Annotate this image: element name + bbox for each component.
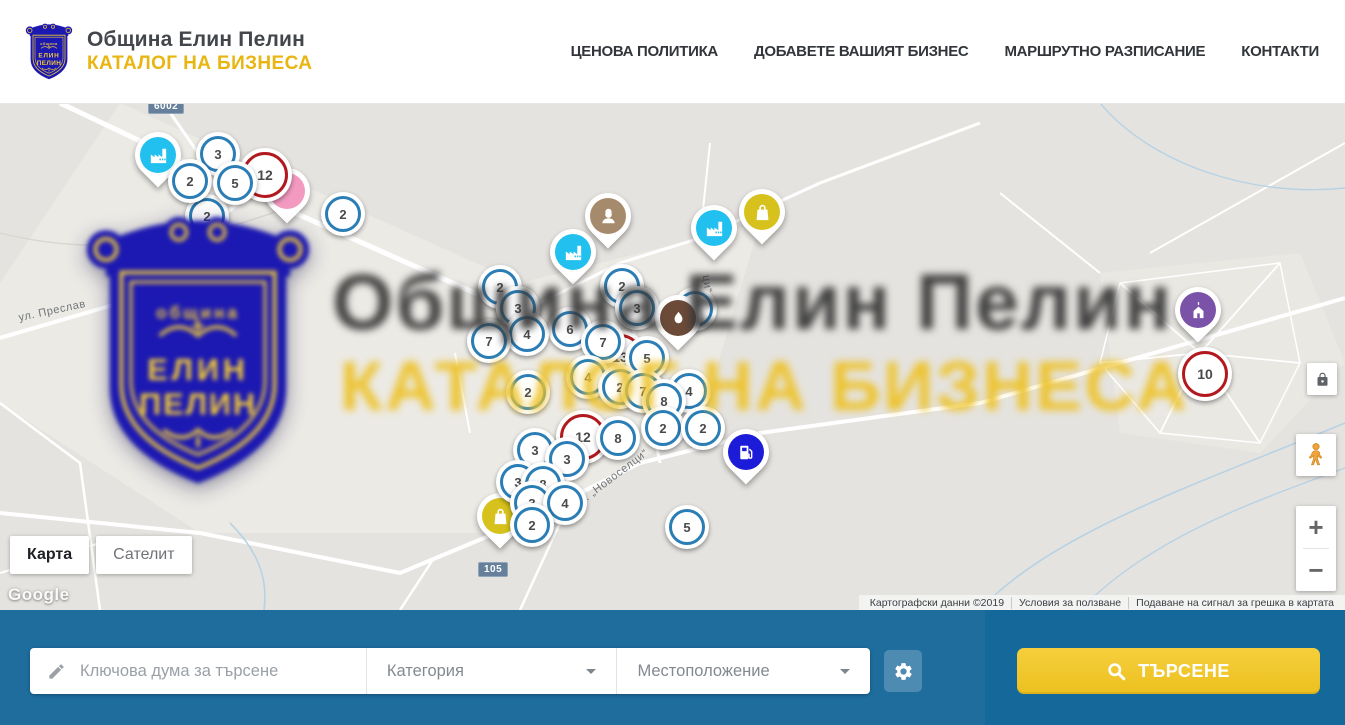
search-fields-group: Категория Местоположение — [30, 648, 870, 694]
nav-item-add-business[interactable]: ДОБАВЕТЕ ВАШИЯТ БИЗНЕС — [754, 43, 968, 60]
map-type-satellite-button[interactable]: Сателит — [96, 536, 191, 574]
attribution-map-data: Картографски данни ©2019 — [863, 597, 1011, 609]
zoom-control: + − — [1296, 506, 1336, 591]
cluster-marker[interactable]: 2 — [506, 370, 550, 414]
main-nav: ЦЕНОВА ПОЛИТИКА ДОБАВЕТЕ ВАШИЯТ БИЗНЕС МАР… — [571, 43, 1319, 60]
attribution-terms[interactable]: Условия за ползване — [1011, 597, 1128, 609]
cluster-count: 2 — [685, 410, 721, 446]
cluster-marker[interactable]: 3 — [615, 286, 659, 330]
flame-icon — [660, 300, 696, 336]
lock-icon — [1315, 372, 1330, 387]
cluster-count: 3 — [619, 290, 655, 326]
svg-text:ЕЛИН: ЕЛИН — [38, 52, 59, 59]
nav-item-contacts[interactable]: КОНТАКТИ — [1241, 43, 1319, 60]
cluster-count: 2 — [325, 196, 361, 232]
chevron-down-icon — [840, 669, 850, 679]
cluster-marker[interactable]: 2 — [321, 192, 365, 236]
cluster-count: 4 — [509, 316, 545, 352]
site-subtitle: КАТАЛОГ НА БИЗНЕСА — [87, 53, 312, 75]
cluster-marker[interactable]: 10 — [1178, 347, 1232, 401]
zoom-in-button[interactable]: + — [1296, 506, 1336, 548]
cluster-count: 2 — [510, 374, 546, 410]
factory-pin-marker[interactable] — [681, 195, 746, 260]
pegman-control[interactable] — [1296, 434, 1336, 476]
search-icon — [1107, 662, 1126, 681]
cluster-marker[interactable]: 2 — [641, 406, 685, 450]
chevron-down-icon — [586, 669, 596, 679]
svg-text:ПЕЛИН: ПЕЛИН — [37, 59, 62, 66]
cluster-marker[interactable]: 5 — [665, 505, 709, 549]
cluster-count: 2 — [514, 507, 550, 543]
pencil-icon — [47, 662, 66, 681]
map-type-control: Карта Сателит — [10, 536, 192, 574]
category-select-value: Категория — [387, 662, 464, 681]
worker-icon — [590, 198, 626, 234]
site-header: община ЕЛИН ПЕЛИН Община Елин Пелин КАТА… — [0, 0, 1345, 104]
cluster-marker[interactable]: 4 — [505, 312, 549, 356]
map-viewport[interactable]: 1213121023252223536477542748222833383425… — [0, 103, 1345, 610]
markers-layer: 1213121023252223536477542748222833383425 — [0, 103, 1345, 610]
municipality-crest-icon: община ЕЛИН ПЕЛИН — [25, 22, 73, 82]
bag-icon — [744, 194, 780, 230]
map-type-map-button[interactable]: Карта — [10, 536, 89, 574]
nav-item-transport-schedule[interactable]: МАРШРУТНО РАЗПИСАНИЕ — [1004, 43, 1205, 60]
site-title: Община Елин Пелин — [87, 28, 312, 53]
cluster-count: 7 — [471, 323, 507, 359]
cluster-marker[interactable]: 2 — [681, 406, 725, 450]
google-logo[interactable]: Google — [8, 585, 70, 605]
cluster-marker[interactable]: 2 — [168, 159, 212, 203]
cluster-count: 2 — [172, 163, 208, 199]
advanced-search-button[interactable] — [884, 650, 922, 692]
cluster-marker[interactable]: 8 — [596, 416, 640, 460]
cluster-count: 2 — [645, 410, 681, 446]
cluster-count: 4 — [547, 485, 583, 521]
cluster-count: 8 — [600, 420, 636, 456]
keyword-field — [30, 648, 366, 694]
cluster-marker[interactable]: 5 — [213, 161, 257, 205]
search-button-label: ТЪРСЕНЕ — [1138, 661, 1230, 682]
cluster-count: 10 — [1182, 351, 1228, 397]
nav-item-pricing[interactable]: ЦЕНОВА ПОЛИТИКА — [571, 43, 718, 60]
church-pin-marker[interactable] — [1165, 277, 1230, 342]
factory-icon — [555, 234, 591, 270]
cluster-count: 5 — [669, 509, 705, 545]
search-bar: Категория Местоположение ТЪРСЕНЕ — [0, 610, 1345, 725]
keyword-input[interactable] — [78, 661, 322, 682]
cluster-count: 2 — [189, 198, 225, 234]
gear-icon — [893, 661, 914, 682]
location-select-value: Местоположение — [637, 662, 769, 681]
location-select[interactable]: Местоположение — [616, 648, 870, 694]
factory-icon — [140, 137, 176, 173]
map-attribution: Картографски данни ©2019Условия за ползв… — [859, 595, 1345, 610]
cluster-marker[interactable]: 2 — [510, 503, 554, 547]
church-icon — [1180, 292, 1216, 328]
search-button[interactable]: ТЪРСЕНЕ — [1017, 648, 1320, 694]
zoom-out-button[interactable]: − — [1296, 549, 1336, 591]
fuel-icon — [728, 434, 764, 470]
pegman-icon — [1303, 440, 1329, 470]
lock-control[interactable] — [1307, 363, 1337, 395]
attribution-report-error[interactable]: Подаване на сигнал за грешка в картата — [1128, 597, 1341, 609]
factory-icon — [696, 210, 732, 246]
site-logo[interactable]: община ЕЛИН ПЕЛИН Община Елин Пелин КАТА… — [25, 22, 312, 82]
bag-pin-marker[interactable] — [729, 179, 794, 244]
cluster-count: 5 — [217, 165, 253, 201]
cluster-marker[interactable]: 7 — [467, 319, 511, 363]
category-select[interactable]: Категория — [366, 648, 617, 694]
